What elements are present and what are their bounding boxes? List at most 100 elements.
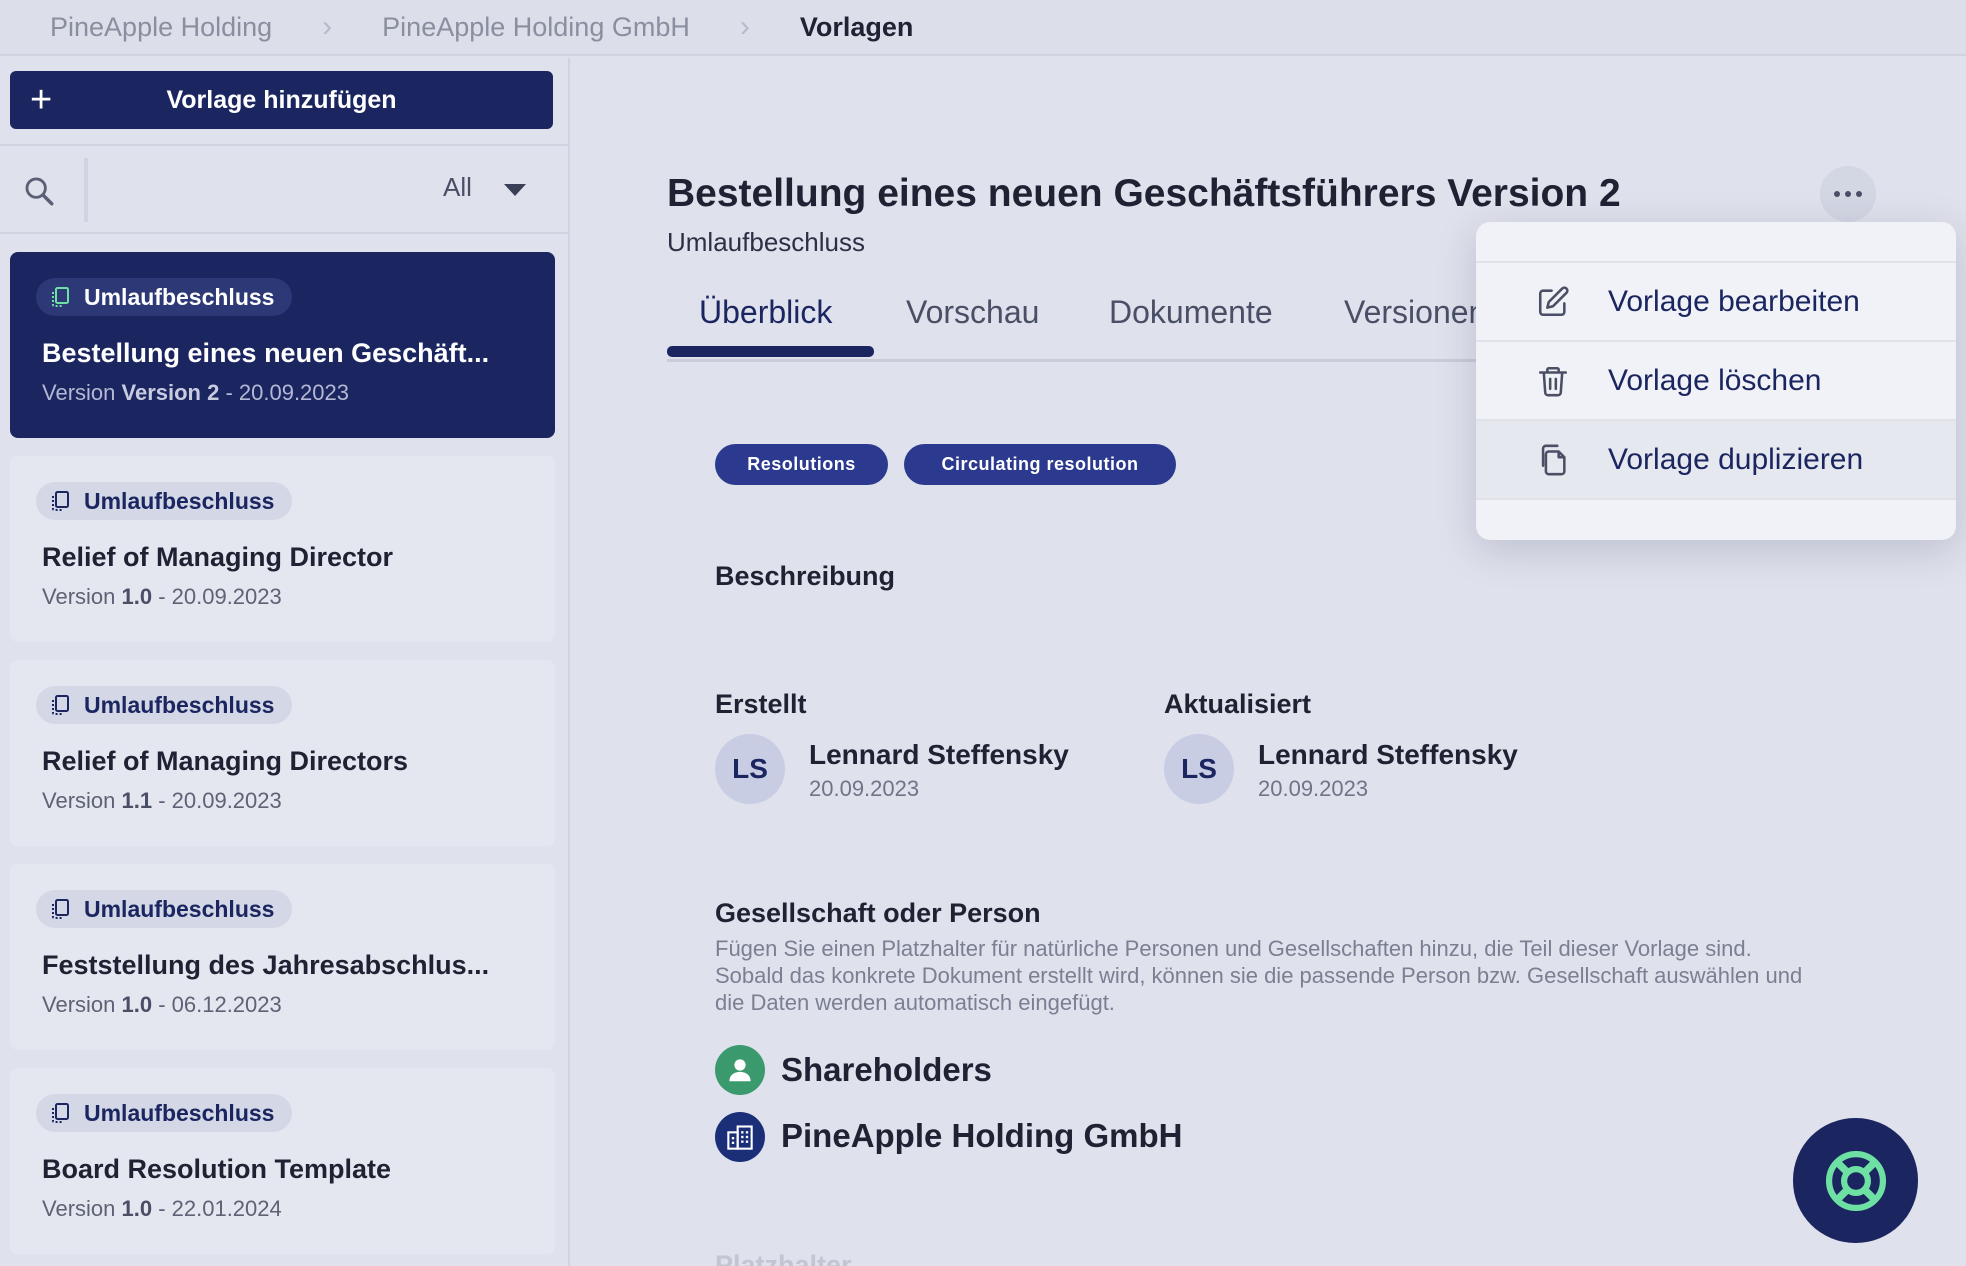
edit-template-menu-item[interactable]: Vorlage bearbeiten [1476,263,1956,340]
template-title: Relief of Managing Directors [42,746,409,776]
template-title: Bestellung eines neuen Geschäft... [42,338,490,368]
template-type-tag: Umlaufbeschluss [36,1094,293,1132]
documents-icon [52,899,69,919]
building-icon [715,1112,765,1162]
template-actions-menu: Vorlage bearbeiten Vorlage löschen Vorla… [1476,222,1956,540]
tag-label: Umlaufbeschluss [84,487,275,514]
breadcrumb-item-gmbh[interactable]: PineApple Holding GmbH [382,12,690,43]
page-subtitle: Umlaufbeschluss [667,227,865,257]
version-number: 1.0 [121,1196,153,1221]
breadcrumb-current: Vorlagen [799,11,914,42]
placeholder-section-label: Platzhalter [715,1250,852,1266]
template-card[interactable]: Umlaufbeschluss Feststellung des Jahresa… [10,864,555,1050]
entity-section-label: Gesellschaft oder Person [715,898,1041,928]
version-number: 1.1 [121,788,153,813]
dot [1834,191,1840,197]
updated-by-name: Lennard Steffensky [1258,739,1518,770]
version-prefix: Version [42,380,122,405]
tag-chip-circulating-resolution: Circulating resolution [904,444,1176,485]
version-date: - 20.09.2023 [152,788,282,813]
chevron-right-icon: › [322,10,333,43]
template-version: Version Version 2 - 20.09.2023 [42,380,349,406]
tab-overview[interactable]: Überblick [699,294,832,331]
description-label: Beschreibung [715,561,896,591]
created-date: 20.09.2023 [809,776,920,801]
version-prefix: Version [42,788,122,813]
breadcrumb-item-holding[interactable]: PineApple Holding [50,12,272,43]
delete-template-menu-item[interactable]: Vorlage löschen [1476,342,1956,419]
search-icon[interactable] [22,174,56,208]
tag-label: Umlaufbeschluss [84,895,275,922]
documents-icon [52,1103,69,1123]
updated-label: Aktualisiert [1164,689,1312,719]
updated-date: 20.09.2023 [1258,776,1369,801]
documents-icon [52,287,69,307]
template-card[interactable]: Umlaufbeschluss Relief of Managing Direc… [10,660,555,846]
caret-down-icon[interactable] [504,184,526,196]
menu-item-label: Vorlage bearbeiten [1608,284,1860,318]
chevron-right-icon: › [739,10,750,43]
version-date: - 20.09.2023 [152,584,282,609]
version-date: - 20.09.2023 [219,380,350,405]
tag-label: Umlaufbeschluss [84,1099,275,1126]
template-title: Relief of Managing Director [42,542,394,572]
entity-name: Shareholders [781,1051,992,1088]
entity-name: PineApple Holding GmbH [781,1117,1183,1154]
trash-icon [1538,366,1568,396]
dot [1845,191,1851,197]
tab-versions[interactable]: Versionen [1344,294,1486,331]
add-template-button[interactable]: + Vorlage hinzufügen [10,71,553,129]
version-date: - 22.01.2024 [152,1196,282,1221]
template-version: Version 1.1 - 20.09.2023 [42,788,282,814]
add-template-label: Vorlage hinzufügen [166,85,397,114]
tag-label: Umlaufbeschluss [84,691,275,718]
page-title: Bestellung eines neuen Geschäftsführers … [667,172,1621,215]
created-by-name: Lennard Steffensky [809,739,1069,770]
created-label: Erstellt [715,689,807,719]
template-version: Version 1.0 - 20.09.2023 [42,584,282,610]
help-button[interactable] [1793,1118,1918,1243]
more-options-button[interactable] [1820,166,1876,222]
template-title: Feststellung des Jahresabschlus... [42,950,490,980]
version-number: 1.0 [121,584,153,609]
template-version: Version 1.0 - 06.12.2023 [42,992,282,1018]
tag-chip-resolutions: Resolutions [715,444,888,485]
search-filter-row: All [0,144,568,234]
template-card[interactable]: Umlaufbeschluss Board Resolution Templat… [10,1068,555,1254]
template-type-tag: Umlaufbeschluss [36,278,293,316]
menu-item-label: Vorlage löschen [1608,363,1822,397]
template-version: Version 1.0 - 22.01.2024 [42,1196,282,1222]
menu-divider [1476,498,1956,500]
duplicate-template-menu-item[interactable]: Vorlage duplizieren [1476,421,1956,498]
avatar: LS [715,734,785,804]
version-prefix: Version [42,992,122,1017]
entity-section-description: Fügen Sie einen Platzhalter für natürlic… [715,936,1803,1015]
version-number: Version 2 [121,380,220,405]
edit-icon [1538,285,1569,316]
version-prefix: Version [42,584,122,609]
template-title: Board Resolution Template [42,1154,392,1184]
template-type-tag: Umlaufbeschluss [36,890,293,928]
template-type-tag: Umlaufbeschluss [36,482,293,520]
documents-icon [52,695,69,715]
menu-item-label: Vorlage duplizieren [1608,442,1864,476]
template-type-tag: Umlaufbeschluss [36,686,293,724]
filter-select[interactable]: All [443,172,472,203]
plus-icon: + [30,79,53,121]
version-date: - 06.12.2023 [152,992,282,1017]
tab-preview[interactable]: Vorschau [906,294,1039,331]
person-icon [715,1045,765,1095]
template-card[interactable]: Umlaufbeschluss Relief of Managing Direc… [10,456,555,642]
tab-documents[interactable]: Dokumente [1109,294,1273,331]
version-number: 1.0 [121,992,153,1017]
dot [1856,191,1862,197]
sidebar: + Vorlage hinzufügen All Umlaufbeschluss… [0,58,570,1266]
version-prefix: Version [42,1196,122,1221]
breadcrumb: PineApple Holding › PineApple Holding Gm… [0,0,1966,56]
documents-icon [52,491,69,511]
lifebuoy-icon [1825,1150,1886,1211]
tag-label: Umlaufbeschluss [84,283,275,310]
avatar: LS [1164,734,1234,804]
search-divider [84,158,88,222]
template-card[interactable]: Umlaufbeschluss Bestellung eines neuen G… [10,252,555,438]
